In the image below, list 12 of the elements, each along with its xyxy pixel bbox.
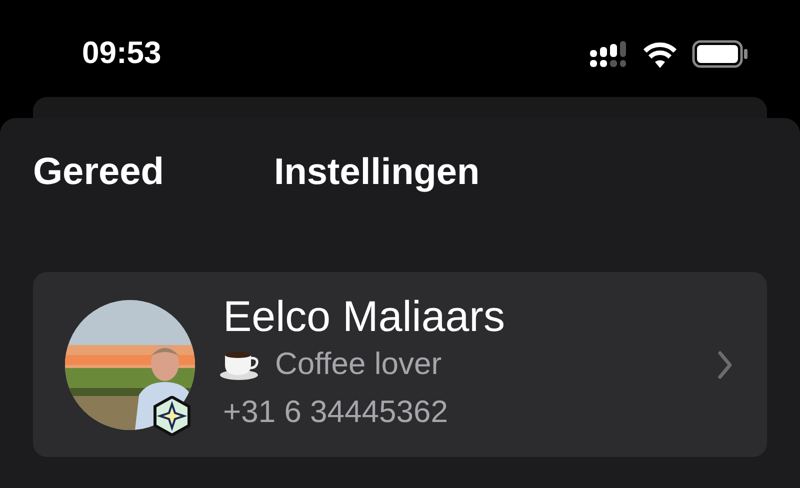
profile-name: Eelco Maliaars bbox=[223, 294, 506, 340]
page-title: Instellingen bbox=[274, 151, 480, 193]
signal-icon bbox=[590, 41, 628, 67]
star-badge-icon bbox=[153, 396, 191, 436]
battery-icon bbox=[692, 40, 748, 68]
status-text: Coffee lover bbox=[275, 344, 442, 382]
phone-number: +31 6 34445362 bbox=[223, 392, 449, 430]
profile-card[interactable]: Eelco Maliaars Coffee lover +31 6 34445362 bbox=[33, 272, 767, 457]
clock-time: 09:53 bbox=[82, 36, 162, 70]
done-button[interactable]: Gereed bbox=[33, 150, 164, 194]
chevron-right-icon bbox=[717, 350, 733, 380]
wifi-icon bbox=[642, 40, 678, 68]
